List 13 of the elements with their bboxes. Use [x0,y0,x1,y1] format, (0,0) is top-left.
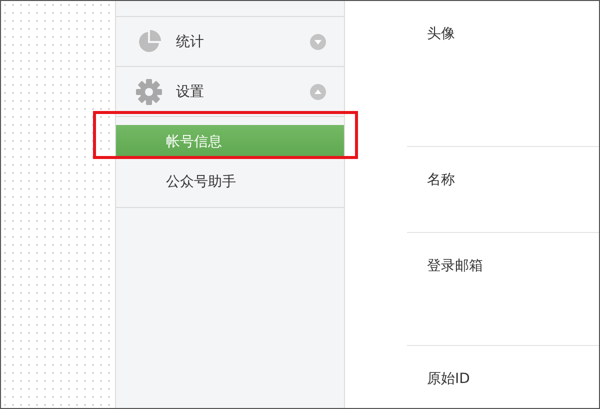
menu-label: 统计 [176,32,205,50]
field-label: 头像 [427,26,455,42]
submenu-item[interactable]: 公众号助手 [116,165,344,199]
caret-down-icon[interactable] [310,34,326,50]
gear-icon [136,78,162,104]
field-label: 名称 [427,172,455,188]
field-label: 原始ID [427,371,470,387]
menu-label: 设置 [176,82,205,100]
field-label: 登录邮箱 [427,258,483,274]
menu-item[interactable]: 设置 [116,67,344,117]
pie-chart-icon [136,28,162,54]
menu-item[interactable]: 统计 [116,17,344,67]
caret-up-icon[interactable] [310,84,326,100]
